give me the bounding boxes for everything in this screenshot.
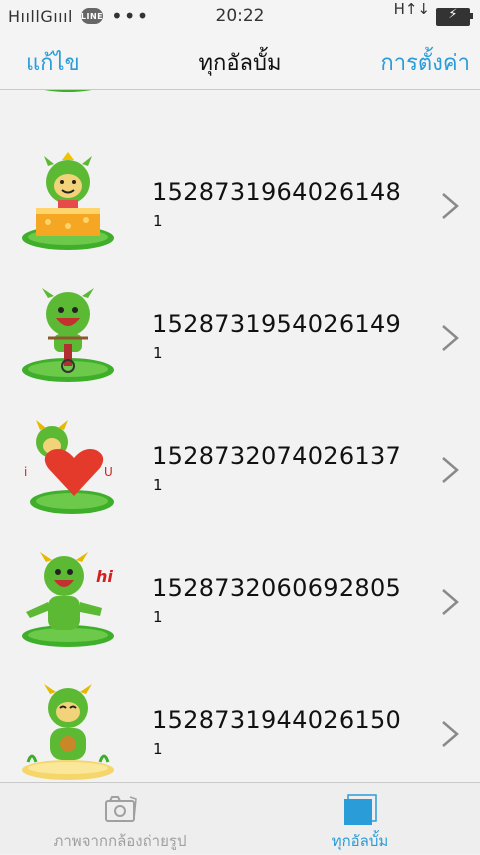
tab-camera-roll[interactable]: ภาพจากกล้องถ่ายรูป [0,783,240,855]
svg-text:i: i [24,465,27,479]
more-notifications-icon: ••• [111,4,150,28]
camera-icon [105,796,137,822]
chevron-right-icon [442,589,459,615]
status-left-group: HııllGıııl LINE ••• [8,4,150,28]
network-activity-icon: H↑↓ [393,0,430,18]
tab-all-albums-label: ทุกอัลบั้ม [331,832,389,850]
chevron-right-icon [442,721,459,747]
chevron-right-icon [442,457,459,483]
title-bar: แก้ไข ทุกอัลบั้ม การตั้งค่า [0,32,480,90]
album-count: 1 [153,608,163,626]
status-bar: HııllGıııl LINE ••• 20:22 H↑↓ ⚡ [0,0,480,32]
mascot-bicycle-sticker-icon [22,288,114,382]
album-name: 1528732060692805 [152,574,402,602]
chevron-right-icon [442,193,459,219]
bottom-tab-bar: ภาพจากกล้องถ่ายรูป ทุกอัลบั้ม [0,782,480,854]
album-row[interactable]: 1528731964026148 1 [0,148,480,280]
albums-icon [344,794,377,825]
album-row[interactable]: 1528731944026150 1 [0,676,480,782]
album-count: 1 [153,344,163,362]
svg-text:hi: hi [96,567,113,586]
cut-off-mascot-sticker-icon [44,90,92,92]
album-name: 1528731944026150 [152,706,402,734]
tab-all-albums[interactable]: ทุกอัลบั้ม [240,783,480,855]
album-count: 1 [153,476,163,494]
signal-strength-icon: HııllGıııl [8,6,73,26]
album-count: 1 [153,212,163,230]
album-name: 1528732074026137 [152,442,402,470]
line-notification-icon: LINE [81,8,103,24]
album-row[interactable]: i U 1528732074026137 1 [0,412,480,544]
settings-button[interactable]: การตั้งค่า [380,45,470,80]
tab-camera-roll-label: ภาพจากกล้องถ่ายรูป [53,832,187,850]
charging-battery-icon: ⚡ [436,7,473,26]
mascot-heart-sticker-icon: i U [24,420,114,514]
album-list[interactable]: 1 1528731964026148 1 [0,90,480,782]
album-name: 1528731964026148 [152,178,402,206]
album-row[interactable]: 1 [0,90,480,126]
album-name: 1528731954026149 [152,310,402,338]
chevron-right-icon [442,325,459,351]
album-row[interactable]: 1528731954026149 1 [0,280,480,412]
album-count: 1 [153,740,163,758]
mascot-praying-sticker-icon [22,684,114,780]
svg-text:U: U [104,465,113,479]
mascot-cake-sticker-icon [22,152,114,250]
mascot-hi-sticker-icon: hi [22,552,114,647]
album-row[interactable]: hi 1528732060692805 1 [0,544,480,676]
status-right-group: H↑↓ ⚡ [393,0,473,26]
